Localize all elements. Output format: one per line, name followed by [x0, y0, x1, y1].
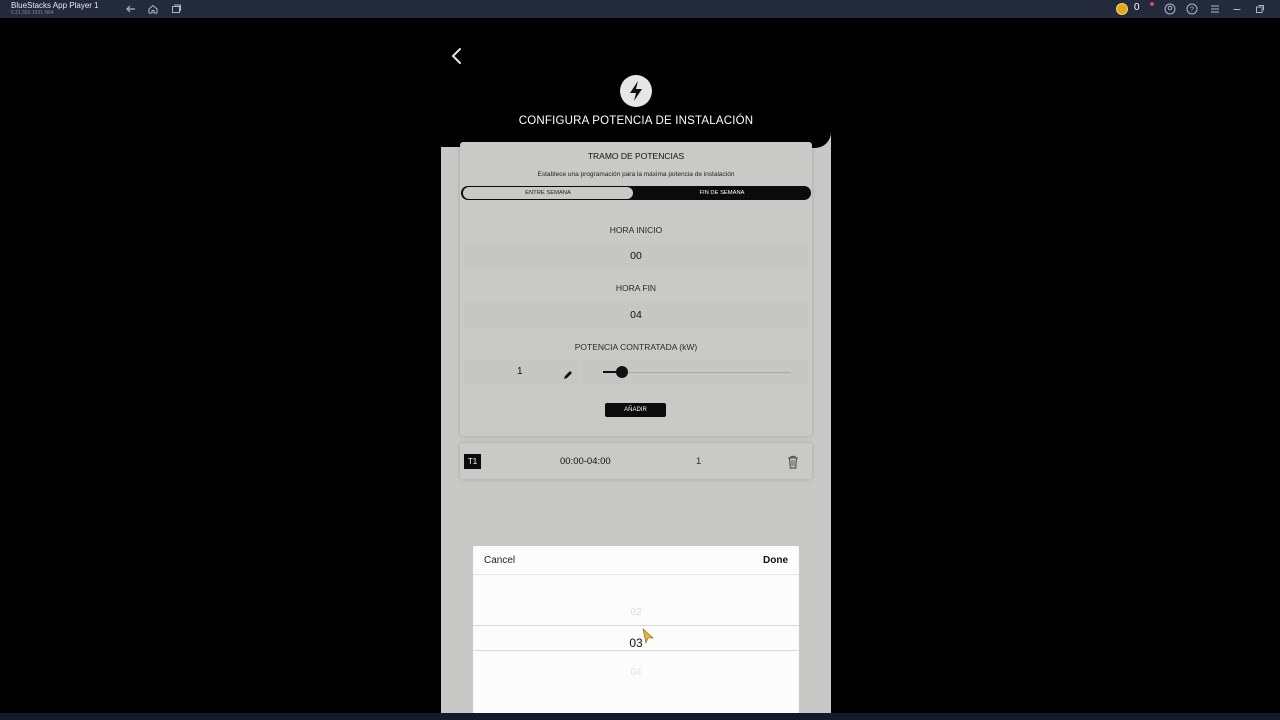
entry-value: 1 — [696, 456, 702, 467]
menu-icon[interactable] — [1209, 3, 1221, 15]
picker-selection-bottom — [473, 650, 799, 651]
pencil-icon[interactable] — [563, 367, 573, 379]
end-hour-field[interactable]: 04 — [463, 302, 809, 328]
list-item[interactable]: T1 00:00-04:00 1 — [460, 443, 812, 479]
card-title: TRAMO DE POTENCIAS — [587, 151, 685, 161]
notification-dot — [1150, 2, 1154, 6]
power-label: POTENCIA CONTRATADA (kW) — [574, 342, 698, 352]
trash-icon[interactable] — [787, 455, 799, 469]
power-value: 1 — [517, 366, 523, 377]
recent-apps-icon[interactable] — [170, 3, 182, 15]
back-arrow-icon[interactable] — [449, 45, 465, 67]
svg-text:?: ? — [1190, 7, 1194, 14]
account-icon[interactable] — [1164, 3, 1176, 15]
end-hour-label: HORA FIN — [615, 283, 657, 293]
emulator-bottom-bar — [0, 713, 1280, 720]
picker-selection-top — [473, 625, 799, 626]
page-title: CONFIGURA POTENCIA DE INSTALACIÓN — [518, 115, 754, 127]
start-hour-label: HORA INICIO — [609, 225, 663, 235]
picker-option-prev[interactable]: 02 — [473, 607, 799, 618]
app-screen: CONFIGURA POTENCIA DE INSTALACIÓN TRAMO … — [441, 18, 831, 713]
tab-weekend[interactable]: FIN DE SEMANA — [636, 188, 808, 198]
home-icon[interactable] — [147, 3, 159, 15]
power-slider[interactable] — [581, 359, 809, 385]
coin-icon[interactable] — [1116, 3, 1128, 15]
entry-tag: T1 — [464, 454, 481, 469]
card-subtitle: Establece una programación para la máxim… — [537, 171, 735, 178]
picker-option-selected[interactable]: 03 — [473, 636, 799, 650]
emulator-titlebar: BlueStacks App Player 1 5.21.550.1031 N6… — [0, 0, 1280, 18]
coin-count: 0 — [1134, 2, 1140, 13]
restore-icon[interactable] — [1254, 3, 1266, 15]
entry-time: 00:00-04:00 — [560, 456, 611, 467]
lightning-icon — [620, 75, 652, 107]
picker-header: Cancel Done — [473, 546, 799, 575]
back-icon[interactable] — [125, 3, 137, 15]
emulator-title: BlueStacks App Player 1 — [11, 1, 99, 10]
day-type-toggle: ENTRE SEMANA FIN DE SEMANA — [461, 186, 811, 200]
slider-track — [603, 372, 791, 373]
picker-option-next[interactable]: 04 — [473, 667, 799, 678]
mouse-cursor-icon — [642, 628, 656, 646]
hour-picker-sheet: Cancel Done 02 03 04 — [473, 546, 799, 713]
minimize-icon[interactable] — [1231, 3, 1243, 15]
tab-weekdays[interactable]: ENTRE SEMANA — [463, 188, 633, 198]
slider-thumb[interactable] — [616, 366, 628, 378]
add-button[interactable]: AÑADIR — [605, 403, 666, 417]
start-hour-field[interactable]: 00 — [463, 243, 809, 269]
power-range-card: TRAMO DE POTENCIAS Establece una program… — [460, 142, 812, 436]
power-value-field[interactable]: 1 — [463, 359, 579, 385]
done-button[interactable]: Done — [763, 555, 788, 566]
emulator-version: 5.21.550.1031 N64 — [11, 10, 54, 16]
help-icon[interactable]: ? — [1186, 3, 1198, 15]
cancel-button[interactable]: Cancel — [484, 555, 515, 566]
